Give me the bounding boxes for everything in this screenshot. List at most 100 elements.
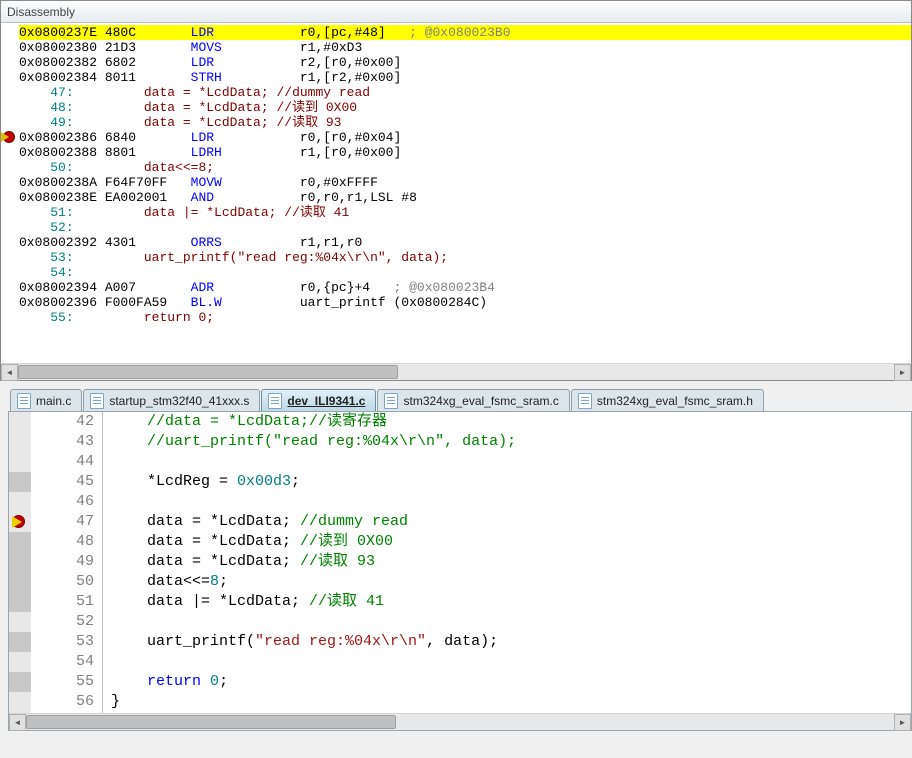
line-number: 52 xyxy=(31,612,94,632)
disasm-line[interactable]: 0x08002382 6802 LDR r2,[r0,#0x00] xyxy=(1,55,911,70)
code-line[interactable]: data = *LcdData; //读取 93 xyxy=(111,552,911,572)
disasm-gutter xyxy=(1,23,19,363)
margin-row[interactable] xyxy=(9,452,31,472)
disassembly-title: Disassembly xyxy=(1,1,911,23)
code-line[interactable]: *LcdReg = 0x00d3; xyxy=(111,472,911,492)
file-icon xyxy=(17,393,31,409)
disasm-line[interactable]: 0x08002388 8801 LDRH r1,[r0,#0x00] xyxy=(1,145,911,160)
code-line[interactable] xyxy=(111,652,911,672)
code-marker xyxy=(9,472,31,492)
margin-row[interactable] xyxy=(9,512,31,532)
file-icon xyxy=(384,393,398,409)
disasm-line[interactable]: 0x08002394 A007 ADR r0,{pc}+4 ; @0x08002… xyxy=(1,280,911,295)
margin-row[interactable] xyxy=(9,552,31,572)
disasm-source-line[interactable]: 49: data = *LcdData; //读取 93 xyxy=(1,115,911,130)
line-numbers: 42434445464748495051525354555657 xyxy=(31,412,103,713)
scroll-right-button[interactable]: ► xyxy=(894,714,911,731)
disasm-line[interactable]: 0x0800237E 480C LDR r0,[pc,#48] ; @0x080… xyxy=(1,25,911,40)
disasm-line[interactable]: 0x08002392 4301 ORRS r1,r1,r0 xyxy=(1,235,911,250)
margin-row[interactable] xyxy=(9,472,31,492)
file-icon xyxy=(578,393,592,409)
scroll-right-button[interactable]: ► xyxy=(894,364,911,381)
margin-row[interactable] xyxy=(9,592,31,612)
disasm-hscrollbar[interactable]: ◄ ► xyxy=(1,363,911,380)
margin-row[interactable] xyxy=(9,572,31,592)
code-line[interactable]: uart_printf("read reg:%04x\r\n", data); xyxy=(111,632,911,652)
disasm-source-line[interactable]: 52: xyxy=(1,220,911,235)
disasm-line[interactable]: 0x0800238E EA002001 AND r0,r0,r1,LSL #8 xyxy=(1,190,911,205)
code-marker xyxy=(9,552,31,572)
line-number: 44 xyxy=(31,452,94,472)
current-line-arrow-icon xyxy=(1,132,9,142)
source-margin xyxy=(9,412,31,713)
scroll-left-button[interactable]: ◄ xyxy=(9,714,26,731)
margin-row[interactable] xyxy=(9,612,31,632)
tab-label: dev_ILI9341.c xyxy=(287,394,365,408)
tab-label: stm324xg_eval_fsmc_sram.c xyxy=(403,394,558,408)
code-line[interactable] xyxy=(111,492,911,512)
tab-label: main.c xyxy=(36,394,71,408)
code-marker xyxy=(9,632,31,652)
scroll-thumb[interactable] xyxy=(26,715,396,729)
source-pane: 42434445464748495051525354555657 //data … xyxy=(8,411,912,731)
tab-startup-stm32f40-41xxx-s[interactable]: startup_stm32f40_41xxx.s xyxy=(83,389,260,412)
scroll-thumb[interactable] xyxy=(18,365,398,379)
code-line[interactable]: data<<=8; xyxy=(111,572,911,592)
tab-stm324xg-eval-fsmc-sram-h[interactable]: stm324xg_eval_fsmc_sram.h xyxy=(571,389,764,412)
disasm-line[interactable]: 0x08002396 F000FA59 BL.W uart_printf (0x… xyxy=(1,295,911,310)
line-number: 46 xyxy=(31,492,94,512)
code-line[interactable] xyxy=(111,612,911,632)
disassembly-view[interactable]: 0x0800237E 480C LDR r0,[pc,#48] ; @0x080… xyxy=(1,23,911,363)
margin-row[interactable] xyxy=(9,652,31,672)
code-line[interactable]: //data = *LcdData;//读寄存器 xyxy=(111,412,911,432)
scroll-track[interactable] xyxy=(26,714,894,730)
tab-stm324xg-eval-fsmc-sram-c[interactable]: stm324xg_eval_fsmc_sram.c xyxy=(377,389,569,412)
source-code[interactable]: //data = *LcdData;//读寄存器 //uart_printf("… xyxy=(103,412,911,713)
disasm-source-line[interactable]: 54: xyxy=(1,265,911,280)
margin-row[interactable] xyxy=(9,492,31,512)
margin-row[interactable] xyxy=(9,432,31,452)
code-marker xyxy=(9,532,31,552)
editor-tabs: main.c startup_stm32f40_41xxx.s dev_ILI934… xyxy=(0,387,904,412)
code-line[interactable]: data = *LcdData; //dummy read xyxy=(111,512,911,532)
code-line[interactable]: data |= *LcdData; //读取 41 xyxy=(111,592,911,612)
disasm-line[interactable]: 0x08002384 8011 STRH r1,[r2,#0x00] xyxy=(1,70,911,85)
source-hscrollbar[interactable]: ◄ ► xyxy=(9,713,911,730)
current-line-arrow-icon xyxy=(12,516,22,528)
margin-row[interactable] xyxy=(9,632,31,652)
source-view[interactable]: 42434445464748495051525354555657 //data … xyxy=(9,412,911,713)
scroll-track[interactable] xyxy=(18,364,894,380)
line-number: 51 xyxy=(31,592,94,612)
disasm-source-line[interactable]: 47: data = *LcdData; //dummy read xyxy=(1,85,911,100)
code-marker xyxy=(9,672,31,692)
line-number: 54 xyxy=(31,652,94,672)
disasm-source-line[interactable]: 50: data<<=8; xyxy=(1,160,911,175)
line-number: 48 xyxy=(31,532,94,552)
code-line[interactable]: return 0; xyxy=(111,672,911,692)
line-number: 47 xyxy=(31,512,94,532)
disasm-source-line[interactable]: 55: return 0; xyxy=(1,310,911,325)
disasm-line[interactable]: 0x08002386 6840 LDR r0,[r0,#0x04] xyxy=(1,130,911,145)
disasm-source-line[interactable]: 51: data |= *LcdData; //读取 41 xyxy=(1,205,911,220)
code-marker xyxy=(9,592,31,612)
tab-main-c[interactable]: main.c xyxy=(10,389,82,412)
code-line[interactable] xyxy=(111,452,911,472)
margin-row[interactable] xyxy=(9,672,31,692)
line-number: 50 xyxy=(31,572,94,592)
scroll-left-button[interactable]: ◄ xyxy=(1,364,18,381)
code-marker xyxy=(9,572,31,592)
margin-row[interactable] xyxy=(9,532,31,552)
margin-row[interactable] xyxy=(9,692,31,712)
line-number: 56 xyxy=(31,692,94,712)
disasm-source-line[interactable]: 48: data = *LcdData; //读到 0X00 xyxy=(1,100,911,115)
code-line[interactable]: //uart_printf("read reg:%04x\r\n", data)… xyxy=(111,432,911,452)
margin-row[interactable] xyxy=(9,412,31,432)
tab-label: startup_stm32f40_41xxx.s xyxy=(109,394,249,408)
tab-label: stm324xg_eval_fsmc_sram.h xyxy=(597,394,753,408)
tab-dev-ili9341-c[interactable]: dev_ILI9341.c xyxy=(261,389,376,412)
code-line[interactable]: data = *LcdData; //读到 0X00 xyxy=(111,532,911,552)
disasm-source-line[interactable]: 53: uart_printf("read reg:%04x\r\n", dat… xyxy=(1,250,911,265)
disasm-line[interactable]: 0x08002380 21D3 MOVS r1,#0xD3 xyxy=(1,40,911,55)
disasm-line[interactable]: 0x0800238A F64F70FF MOVW r0,#0xFFFF xyxy=(1,175,911,190)
code-line[interactable]: } xyxy=(111,692,911,712)
